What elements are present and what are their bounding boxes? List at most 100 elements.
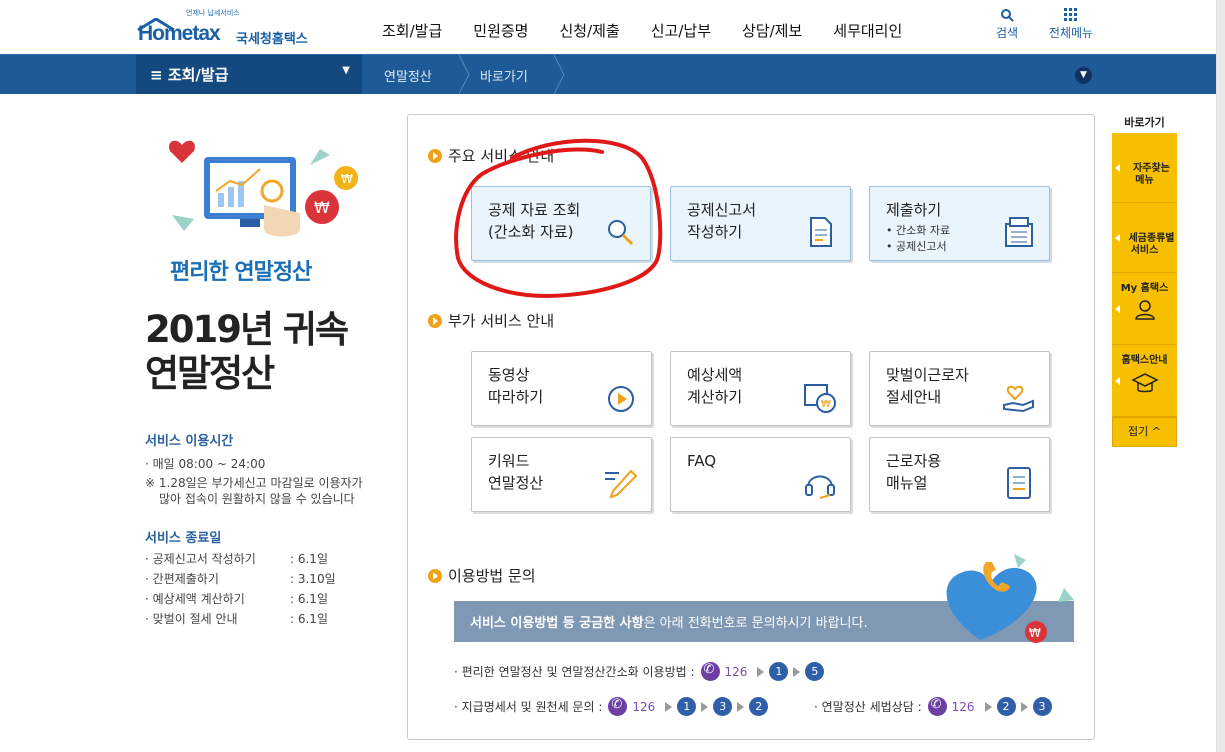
phone-heart-illustration-icon: ₩ (946, 554, 1074, 643)
arrow-right-icon (737, 701, 745, 712)
menu-dropdown[interactable]: ≡ 조회/발급 ▼ (136, 55, 362, 94)
banner-text: 서비스 이용방법 등 궁금한 사항은 아래 전화번호로 문의하시기 바랍니다. (470, 612, 868, 631)
headset-icon (805, 475, 835, 499)
service-hours-title: 서비스 이용시간 (145, 434, 234, 449)
triangle-left-icon (1115, 164, 1120, 173)
phone-icon (608, 697, 628, 716)
hometax-logo[interactable]: 언제나 납세서비스 Hometax 국세청홈택스 (136, 8, 321, 48)
breadcrumb-shortcut[interactable]: 바로가기 (480, 66, 528, 85)
bullet-icon (428, 149, 442, 163)
arrow-right-icon (1020, 701, 1028, 712)
triangle-left-icon (1115, 234, 1120, 243)
dual-income-card[interactable]: 맞벌이근로자 절세안내 (869, 351, 1050, 426)
menu-step: 3 (713, 697, 733, 716)
video-guide-card[interactable]: 동영상 따라하기 (471, 351, 652, 426)
faq-card[interactable]: FAQ (670, 437, 851, 512)
nav-item-inquiry[interactable]: 조회/발급 (382, 20, 442, 41)
quick-menu-title: 바로가기 (1124, 116, 1165, 129)
quick-label: 자주찾는 메뉴 (1133, 163, 1170, 186)
service-end-label: · 간편제출하기 (145, 572, 219, 586)
svg-text:₩: ₩ (821, 399, 831, 410)
calculator-icon: ₩ (804, 384, 836, 413)
nav-item-application[interactable]: 신청/제출 (559, 20, 619, 41)
printer-icon (1005, 217, 1033, 247)
svg-text:₩: ₩ (314, 198, 330, 217)
all-menu-button[interactable]: 전체메뉴 (1043, 8, 1099, 41)
search-icon (1001, 9, 1014, 22)
service-end-label: · 예상세액 계산하기 (145, 592, 245, 606)
menu-step: 1 (677, 697, 697, 716)
keyword-card[interactable]: 키워드 연말정산 (471, 437, 652, 512)
quick-my-hometax[interactable]: My 홈택스 (1112, 273, 1177, 345)
breadcrumb-separator-icon (458, 55, 470, 94)
arrow-right-icon (793, 666, 801, 677)
nav-item-report-pay[interactable]: 신고/납부 (651, 20, 711, 41)
pencil-icon (605, 469, 638, 499)
card-title: 근로자용 매뉴얼 (886, 452, 942, 492)
card-subtitle: • 간소화 자료 • 공제신고서 (886, 224, 951, 253)
hand-heart-icon (1003, 385, 1034, 413)
contact-row-simplified: · 편리한 연말정산 및 연말정산간소화 이용방법 : 126 1 5 (454, 662, 825, 681)
card-title: 동영상 따라하기 (488, 366, 544, 406)
quick-menu-collapse-button[interactable]: 접기 ^ (1112, 417, 1177, 447)
submit-card[interactable]: 제출하기 • 간소화 자료 • 공제신고서 (869, 186, 1050, 261)
quick-label: My 홈택스 (1120, 283, 1169, 294)
logo-brand: Hometax (138, 22, 221, 45)
card-title: 키워드 연말정산 (488, 452, 544, 492)
service-hours-note: ※ 1.28일은 부가세신고 마감일로 이용자가 (145, 476, 363, 490)
quick-tax-type-services[interactable]: 세금종류별 서비스 (1112, 203, 1177, 288)
monitor-illustration-icon: ₩ ₩ (169, 140, 358, 237)
year-title-line2: 연말정산 (145, 352, 275, 395)
menu-dropdown-label: 조회/발급 (167, 66, 229, 84)
search-label: 검색 (995, 26, 1019, 40)
contact-label: · 지급명세서 및 원천세 문의 : (454, 700, 603, 714)
location-bar: ≡ 조회/발급 ▼ 연말정산 바로가기 ▼ (0, 54, 1216, 94)
service-end-label: · 맞벌이 절세 안내 (145, 612, 238, 626)
phone-number: 126 (951, 699, 975, 714)
svg-text:₩: ₩ (341, 172, 353, 186)
logo-subtitle: 언제나 납세서비스 (186, 9, 240, 17)
service-end-item: · 공제신고서 작성하기 : 6.1일 (145, 550, 328, 567)
phone-icon (700, 662, 720, 681)
service-end-item: · 예상세액 계산하기: 6.1일 (145, 590, 328, 607)
nav-item-consult[interactable]: 상담/제보 (742, 20, 802, 41)
service-end-date: : 6.1일 (290, 552, 328, 566)
phone-number: 126 (632, 699, 656, 714)
expand-chevron-icon[interactable]: ▼ (1075, 67, 1092, 84)
play-icon (608, 386, 634, 412)
breadcrumb-year-end[interactable]: 연말정산 (384, 66, 432, 85)
quick-favorites[interactable]: 자주찾는 메뉴 (1112, 133, 1177, 222)
main-nav: 조회/발급 민원증명 신청/제출 신고/납부 상담/제보 세무대리인 (382, 20, 933, 41)
arrow-right-icon (701, 701, 709, 712)
service-end-date: : 3.10일 (290, 572, 336, 586)
logo-korean: 국세청홈택스 (236, 32, 308, 47)
worker-manual-card[interactable]: 근로자용 매뉴얼 (869, 437, 1050, 512)
caret-down-icon: ▼ (342, 65, 350, 76)
nav-item-tax-agent[interactable]: 세무대리인 (833, 20, 902, 41)
year-title-line1: 2019년 귀속 (145, 308, 349, 351)
quick-menu: 바로가기 자주찾는 메뉴 세금종류별 서비스 My 홈택스 홈택스안내 접기 ^ (1112, 114, 1177, 447)
page-scrollbar[interactable] (1216, 0, 1225, 752)
service-end-date: : 6.1일 (290, 612, 328, 626)
arrow-right-icon (984, 701, 992, 712)
service-end-label: · 공제신고서 작성하기 (145, 552, 256, 566)
nav-item-civil-certificate[interactable]: 민원증명 (473, 20, 528, 41)
svg-text:₩: ₩ (1029, 626, 1041, 640)
hamburger-icon: ≡ (150, 66, 163, 84)
breadcrumb-separator-icon (553, 55, 565, 94)
search-button[interactable]: 검색 (992, 8, 1022, 41)
deduction-form-card[interactable]: 공제신고서 작성하기 (670, 186, 851, 261)
menu-step: 2 (749, 697, 769, 716)
section-title: 부가 서비스 안내 (448, 312, 555, 330)
quick-hometax-guide[interactable]: 홈택스안내 (1112, 345, 1177, 417)
card-title: 예상세액 계산하기 (687, 366, 743, 406)
red-circle-annotation (454, 138, 663, 299)
menu-step: 1 (769, 662, 789, 681)
person-icon (1134, 300, 1155, 320)
banner-text-rest: 은 아래 전화번호로 문의하시기 바랍니다. (643, 616, 868, 631)
year-title: 2019년 귀속 연말정산 (145, 308, 349, 396)
tax-estimate-card[interactable]: 예상세액 계산하기 ₩ (670, 351, 851, 426)
promo-title: 편리한 연말정산 (170, 260, 312, 285)
card-title: FAQ (687, 452, 717, 470)
phone-icon (927, 697, 947, 716)
